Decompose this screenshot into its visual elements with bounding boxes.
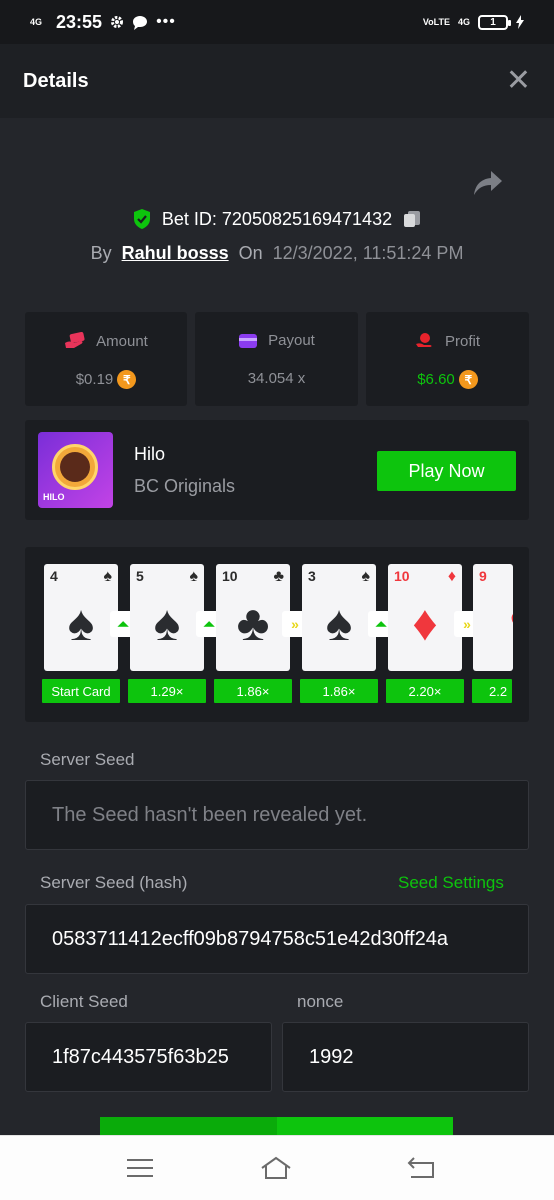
playing-card: 4 ♠ ♠ [44, 564, 118, 671]
playing-card: 9 ♥ [473, 564, 513, 671]
profit-icon [415, 333, 432, 347]
page-title: Details [23, 69, 89, 92]
spade-icon: ♠ [325, 595, 353, 651]
by-label: By [90, 243, 112, 263]
club-icon: ♣ [236, 595, 270, 651]
server-seed-hash-field[interactable]: 0583711412ecff09b8794758c51e42d30ff24a [25, 904, 529, 974]
game-name: Hilo [134, 444, 166, 464]
playing-card: 10 ♣ ♣ [216, 564, 290, 671]
bet-byline: By Rahul bosss On 12/3/2022, 11:51:24 PM [0, 243, 554, 264]
thumb-label: HILO [43, 492, 65, 502]
heart-icon: ♥ [487, 598, 513, 648]
details-header: Details ✕ [0, 44, 554, 118]
bet-id-row: Bet ID: 72050825169471432 [0, 208, 554, 230]
card-history: 4 ♠ ♠ Start Card ⏶ 5 ♠ ♠ 1.29× ⏶ 10 ♣ ♣ … [25, 547, 529, 722]
amount-card: Amount $0.19 ₹ [25, 312, 187, 406]
nonce-field[interactable]: 1992 [282, 1022, 529, 1092]
nonce-label: nonce [297, 992, 344, 1011]
shield-check-icon [133, 209, 150, 229]
seed-settings-link[interactable]: Seed Settings [398, 873, 504, 893]
clock: 23:55 [56, 11, 103, 32]
server-seed-label: Server Seed [40, 750, 135, 769]
multiplier-badge: 1.29× [128, 679, 206, 703]
profit-value: $6.60 [417, 371, 455, 388]
status-bar: 4G 23:55 ••• VoLTE 4G 1 [0, 0, 554, 44]
game-card: HILO Hilo BC Originals Play Now [25, 420, 529, 520]
money-hand-icon [65, 332, 85, 348]
profit-label: Profit [444, 332, 480, 350]
playing-card: 5 ♠ ♠ [130, 564, 204, 671]
username-link[interactable]: Rahul bosss [122, 243, 229, 264]
card-rank: 5 [136, 568, 144, 584]
payout-label: Payout [268, 332, 315, 349]
club-icon: ♣ [273, 568, 285, 585]
more-icon: ••• [156, 13, 176, 30]
spade-icon: ♠ [153, 595, 181, 651]
multiplier-badge: 2.2 [472, 679, 512, 703]
card-rank: 9 [479, 568, 487, 584]
bet-id: Bet ID: 72050825169471432 [161, 208, 393, 229]
card-rank: 10 [222, 568, 238, 584]
card-icon [239, 333, 258, 348]
server-seed-field[interactable]: The Seed hasn't been revealed yet. [25, 780, 529, 850]
rupee-coin-icon: ₹ [458, 370, 478, 389]
multiplier-badge: 1.86× [300, 679, 378, 703]
server-seed-hash-label: Server Seed (hash) [40, 873, 188, 892]
multiplier-badge: 1.86× [214, 679, 292, 703]
battery-icon: 1 [478, 14, 511, 30]
share-icon[interactable] [473, 170, 503, 196]
multiplier-badge: Start Card [42, 679, 120, 703]
card-rank: 10 [394, 568, 410, 584]
charging-icon [516, 15, 524, 29]
close-icon[interactable]: ✕ [506, 66, 531, 96]
playing-card: 10 ♦ ♦ [388, 564, 462, 671]
payout-value: 34.054 x [247, 370, 306, 387]
spade-icon: ♠ [103, 568, 113, 585]
playing-card: 3 ♠ ♠ [302, 564, 376, 671]
play-now-button[interactable]: Play Now [377, 451, 516, 491]
amount-value: $0.19 [75, 371, 114, 388]
menu-icon[interactable] [124, 1154, 156, 1182]
volte-icon: VoLTE [422, 16, 450, 27]
profit-card: Profit $6.60 ₹ [366, 312, 529, 406]
client-seed-field[interactable]: 1f87c443575f63b25 [25, 1022, 272, 1092]
client-seed-label: Client Seed [40, 992, 128, 1011]
diamond-icon: ♦ [447, 568, 456, 585]
system-nav-bar [0, 1135, 554, 1200]
spade-icon: ♠ [361, 568, 371, 585]
rupee-coin-icon: ₹ [117, 370, 137, 389]
gear-icon [111, 16, 124, 28]
amount-label: Amount [96, 332, 148, 350]
bet-datetime: 12/3/2022, 11:51:24 PM [272, 243, 464, 263]
signal-icon-2: 4G [457, 16, 470, 27]
spade-icon: ♠ [189, 568, 199, 585]
multiplier-badge: 2.20× [386, 679, 464, 703]
signal-icon: 4G [30, 16, 43, 27]
back-icon[interactable] [406, 1154, 438, 1182]
spade-icon: ♠ [67, 595, 95, 651]
battery-level: 1 [490, 16, 496, 28]
copy-icon[interactable] [402, 209, 422, 229]
game-provider: BC Originals [134, 476, 236, 496]
payout-card: Payout 34.054 x [195, 312, 358, 406]
card-rank: 4 [50, 568, 58, 584]
diamond-icon: ♦ [412, 595, 438, 651]
hilo-thumbnail[interactable]: HILO [38, 432, 113, 508]
card-rank: 3 [308, 568, 316, 584]
on-label: On [238, 243, 263, 263]
chat-icon [133, 15, 148, 30]
home-icon[interactable] [260, 1154, 292, 1182]
